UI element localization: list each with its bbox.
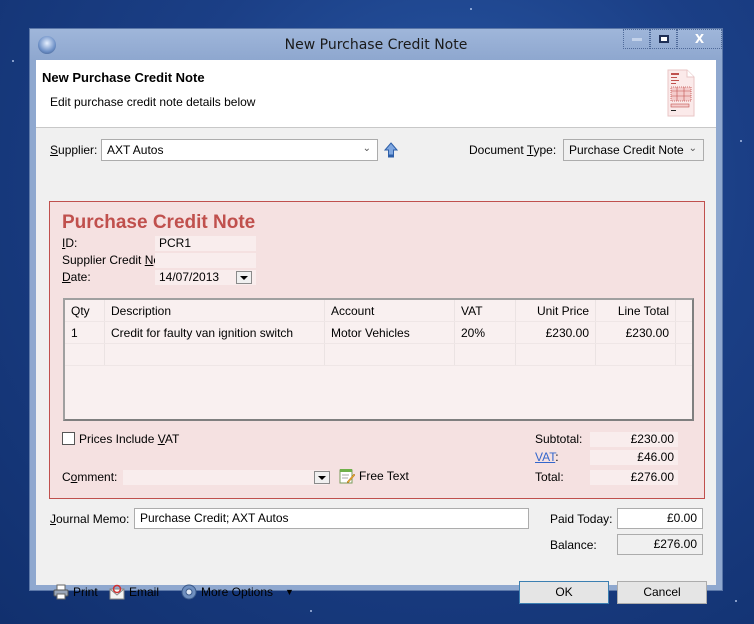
supplier-credit-no-label: Supplier Credit No: [62, 253, 163, 267]
paid-today-input[interactable]: £0.00 [617, 508, 703, 529]
credit-note-panel: Purchase Credit Note ID: PCR1 Supplier C… [49, 201, 705, 499]
free-text-label: Free Text [359, 469, 409, 483]
caret-down-icon: ▼ [285, 587, 294, 597]
supplier-label: Supplier: [50, 143, 98, 157]
dialog-client: New Purchase Credit Note Edit purchase c… [36, 60, 716, 604]
document-type-label: Document Type: [469, 143, 557, 157]
column-header-unit-price[interactable]: Unit Price [516, 300, 596, 321]
comment-input[interactable] [123, 470, 328, 485]
minimize-button[interactable] [623, 29, 650, 49]
background-star [310, 610, 312, 612]
journal-memo-input[interactable]: Purchase Credit; AXT Autos [134, 508, 529, 529]
id-field[interactable]: PCR1 [155, 236, 256, 251]
email-button[interactable]: Email [109, 584, 159, 600]
document-type-value: Purchase Credit Note [569, 143, 684, 157]
title-bar[interactable]: New Purchase Credit Note X [30, 29, 722, 60]
supplier-details-up-icon[interactable] [384, 142, 398, 158]
background-star [470, 8, 472, 10]
dialog-window: New Purchase Credit Note X New Purchase … [29, 28, 723, 604]
cell-unit-price[interactable]: £230.00 [516, 322, 596, 343]
cell-account[interactable] [325, 344, 455, 365]
total-label: Total: [535, 470, 564, 484]
cell-vat[interactable]: 20% [455, 322, 516, 343]
notepad-pencil-icon [339, 469, 355, 484]
credit-note-document-icon [667, 69, 695, 117]
email-icon [109, 584, 125, 600]
more-options-label: More Options [201, 585, 274, 599]
close-icon: X [694, 32, 705, 46]
supplier-value: AXT Autos [107, 143, 164, 157]
print-button[interactable]: Print [53, 584, 98, 600]
supplier-credit-no-field[interactable] [155, 253, 256, 268]
supplier-select[interactable]: AXT Autos ⌄ [101, 139, 378, 161]
line-items-grid: Qty Description Account VAT Unit Price L… [63, 298, 694, 421]
grid-header-row: Qty Description Account VAT Unit Price L… [65, 300, 692, 322]
journal-memo-label: Journal Memo: [50, 512, 130, 526]
prices-include-vat-checkbox[interactable] [62, 432, 75, 445]
paid-today-label: Paid Today: [550, 512, 613, 526]
vat-value: £46.00 [590, 450, 678, 465]
balance-field: £276.00 [617, 534, 703, 555]
cell-qty[interactable] [65, 344, 105, 365]
cell-line-total[interactable] [596, 344, 676, 365]
cell-description[interactable]: Credit for faulty van ignition switch [105, 322, 325, 343]
dialog-header: New Purchase Credit Note Edit purchase c… [36, 60, 716, 128]
more-options-button[interactable]: More Options ▼ [181, 584, 294, 600]
window-title: New Purchase Credit Note [284, 37, 468, 53]
date-picker-button[interactable] [236, 271, 252, 284]
id-label: ID: [62, 236, 78, 250]
column-header-qty[interactable]: Qty [65, 300, 105, 321]
cell-qty[interactable]: 1 [65, 322, 105, 343]
header-title: New Purchase Credit Note [42, 70, 205, 85]
maximize-icon [658, 35, 669, 43]
background-star [740, 140, 742, 142]
email-label: Email [129, 585, 160, 599]
gear-icon [181, 584, 197, 600]
prices-include-vat-label: Prices Include VAT [79, 432, 180, 446]
maximize-button[interactable] [650, 29, 677, 49]
background-star [735, 600, 737, 602]
free-text-button[interactable]: Free Text [339, 468, 409, 484]
cancel-button[interactable]: Cancel [617, 581, 707, 604]
table-row-empty[interactable] [65, 344, 692, 366]
panel-title: Purchase Credit Note [62, 212, 256, 233]
cell-vat[interactable] [455, 344, 516, 365]
minimize-icon [631, 37, 642, 41]
total-value: £276.00 [590, 470, 678, 485]
cell-description[interactable] [105, 344, 325, 365]
ok-button[interactable]: OK [519, 581, 609, 604]
cell-line-total[interactable]: £230.00 [596, 322, 676, 343]
cell-unit-price[interactable] [516, 344, 596, 365]
chevron-down-icon: ⌄ [688, 143, 697, 154]
background-star [12, 60, 14, 62]
vat-label: VAT: [535, 450, 559, 464]
table-row[interactable]: 1 Credit for faulty van ignition switch … [65, 322, 692, 344]
header-subtitle: Edit purchase credit note details below [50, 95, 256, 109]
cell-account[interactable]: Motor Vehicles [325, 322, 455, 343]
comment-dropdown-button[interactable] [314, 471, 330, 484]
comment-label: Comment: [62, 470, 118, 484]
column-header-vat[interactable]: VAT [455, 300, 516, 321]
subtotal-label: Subtotal: [535, 432, 583, 446]
chevron-down-icon: ⌄ [362, 143, 371, 154]
vat-link[interactable]: VAT [535, 450, 555, 464]
balance-label: Balance: [550, 538, 597, 552]
printer-icon [53, 584, 69, 600]
print-label: Print [73, 585, 98, 599]
date-label: Date: [62, 270, 91, 284]
document-type-select[interactable]: Purchase Credit Note ⌄ [563, 139, 704, 161]
column-header-description[interactable]: Description [105, 300, 325, 321]
column-header-account[interactable]: Account [325, 300, 455, 321]
subtotal-value: £230.00 [590, 432, 678, 447]
close-button[interactable]: X [677, 29, 722, 49]
column-header-line-total[interactable]: Line Total [596, 300, 676, 321]
